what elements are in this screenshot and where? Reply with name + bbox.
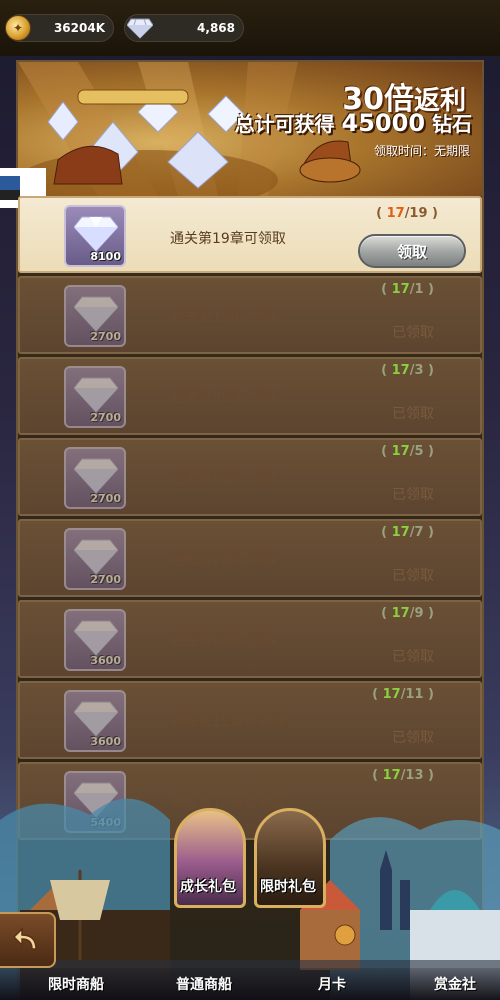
claimed-status: 已领取 [392,649,434,665]
currency-bar: ✦ 36204K 4,868 [0,0,500,56]
gold-coin-icon: ✦ [5,15,31,41]
diamond-reward-icon: 2700 [64,366,126,428]
nav-limited-shop[interactable]: 限时商船 [48,974,104,994]
reward-amount: 2700 [90,492,121,505]
diamond-counter[interactable]: 4,868 [124,14,244,42]
progress-required: /5 [409,444,424,459]
progress-current: 17 [391,282,410,297]
reward-row: 2700 通关第5章可领取 ( 17/5 ) 已领取 [18,438,482,516]
progress-required: /7 [409,525,424,540]
back-arrow-icon [12,927,37,950]
reward-progress: ( 17/11 ) [372,687,434,702]
nav-bounty[interactable]: 赏金社 [434,974,476,994]
reward-condition: 通关第19章可领取 [170,231,286,247]
limited-pack-label: 限时礼包 [260,879,316,895]
reward-progress: ( 17/5 ) [381,444,434,459]
progress-required: /1 [409,282,424,297]
progress-current: 17 [391,444,410,459]
claim-time: 领取时间：无期限 [373,144,470,158]
reward-condition: 通关第11章可领取 [170,714,286,730]
claimed-status: 已领取 [392,568,434,584]
banner-total-amount: 45000 [341,109,426,137]
reward-condition: 通关第3章可领取 [170,390,277,406]
claimed-status: 已领取 [392,325,434,341]
progress-required: /9 [409,606,424,621]
reward-amount: 2700 [90,330,121,343]
progress-required: /19 [404,206,428,221]
diamond-reward-icon: 2700 [64,447,126,509]
reward-amount: 2700 [90,411,121,424]
reward-amount: 3600 [90,735,121,748]
reward-progress: ( 17/19 ) [376,206,438,221]
reward-amount: 8100 [90,250,121,263]
diamond-reward-icon: 3600 [64,690,126,752]
progress-current: 17 [391,363,410,378]
reward-progress: ( 17/7 ) [381,525,434,540]
reward-condition: 通关第9章可领取 [170,633,277,649]
claimed-status: 已领取 [392,487,434,503]
gold-value: 36204K [53,21,105,35]
progress-required: /11 [400,687,424,702]
claimed-status: 已领取 [392,406,434,422]
reward-progress: ( 17/3 ) [381,363,434,378]
diamond-reward-icon: 2700 [64,285,126,347]
progress-current: 17 [391,525,410,540]
reward-amount: 2700 [90,573,121,586]
growth-pack-label: 成长礼包 [180,879,236,895]
reward-row: 2700 通关第7章可领取 ( 17/7 ) 已领取 [18,519,482,597]
claim-button[interactable]: 领取 [358,234,466,268]
claimed-status: 已领取 [392,730,434,746]
gold-counter[interactable]: ✦ 36204K [5,14,114,42]
rebate-banner: 30倍返利 总计可获得 45000 钻石 领取时间：无期限 [18,62,482,196]
diamond-icon [127,18,153,39]
back-button[interactable] [0,912,56,968]
diamond-reward-icon: 3600 [64,609,126,671]
progress-required: /3 [409,363,424,378]
banner-total: 总计可获得 45000 钻石 [235,108,472,137]
progress-current: 17 [391,606,410,621]
nav-monthly-card[interactable]: 月卡 [318,974,346,994]
banner-total-prefix: 总计可获得 [234,112,335,136]
banner-total-unit: 钻石 [432,112,472,136]
town-scene [0,798,500,1000]
reward-progress: ( 17/9 ) [381,606,434,621]
progress-current: 17 [382,687,401,702]
diamond-reward-icon: 2700 [64,528,126,590]
reward-condition: 通关第7章可领取 [170,552,277,568]
reward-row: 8100 通关第19章可领取 ( 17/19 ) 领取 [18,196,482,273]
diamond-reward-icon: 8100 [64,205,126,267]
reward-row: 3600 通关第9章可领取 ( 17/9 ) 已领取 [18,600,482,678]
reward-row: 3600 通关第11章可领取 ( 17/11 ) 已领取 [18,681,482,759]
diamond-value: 4,868 [197,21,235,35]
reward-progress: ( 17/1 ) [381,282,434,297]
nav-normal-shop[interactable]: 普通商船 [176,974,232,994]
progress-current: 17 [386,206,405,221]
reward-condition: 通关第5章可领取 [170,471,277,487]
reward-list: 8100 通关第19章可领取 ( 17/19 ) 领取 2700 通关第1章可领… [18,196,482,843]
reward-amount: 3600 [90,654,121,667]
reward-row: 2700 通关第1章可领取 ( 17/1 ) 已领取 [18,276,482,354]
reward-row: 2700 通关第3章可领取 ( 17/3 ) 已领取 [18,357,482,435]
reward-condition: 通关第1章可领取 [170,309,277,325]
